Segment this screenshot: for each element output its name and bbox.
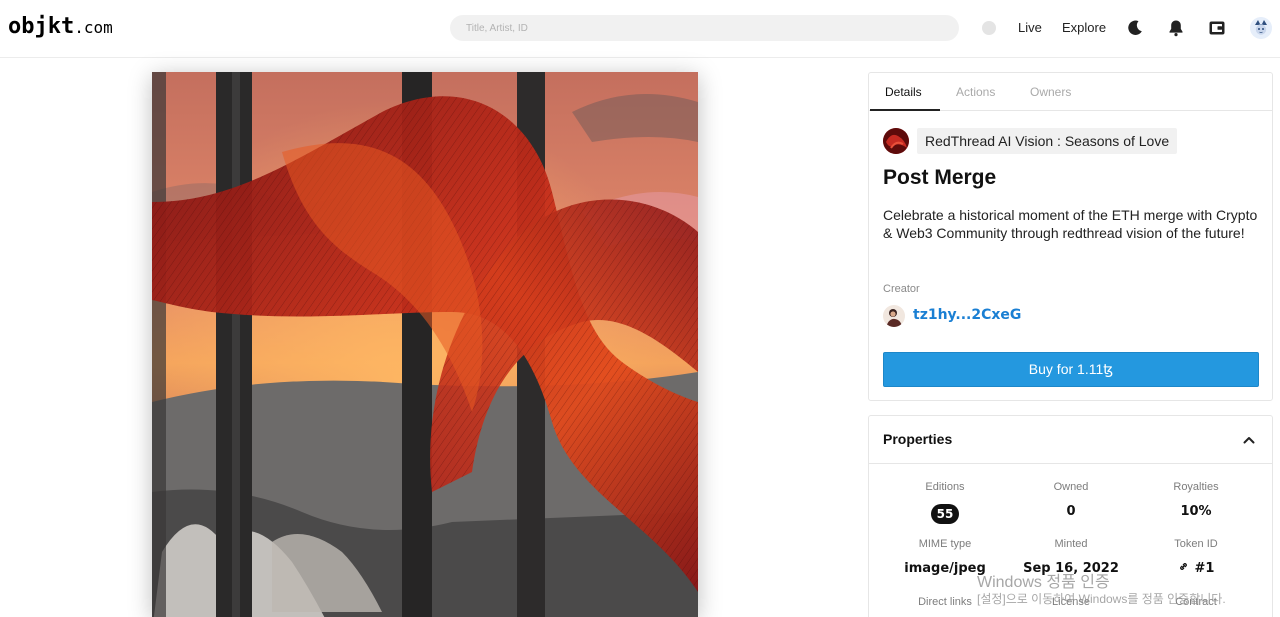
creator-avatar[interactable] — [883, 305, 905, 327]
active-tab-indicator — [870, 109, 940, 111]
tab-owners[interactable]: Owners — [1030, 85, 1071, 99]
artwork-image[interactable] — [152, 72, 698, 617]
minted-label: Minted — [1054, 538, 1088, 550]
wallet-icon[interactable] — [1207, 18, 1227, 38]
search-input[interactable] — [450, 15, 959, 41]
details-card: Details Actions Owners RedThread AI Visi… — [868, 72, 1273, 401]
logo-main-text: objkt — [8, 14, 75, 39]
owned-label: Owned — [1053, 481, 1089, 493]
royalties-label: Royalties — [1173, 481, 1219, 493]
collection-avatar[interactable] — [883, 128, 909, 154]
editions-value: 55 — [885, 504, 1005, 524]
moon-icon[interactable] — [1125, 18, 1145, 38]
owned-value: 0 — [1066, 504, 1076, 519]
top-navbar: objkt.com Live Explore — [0, 0, 1280, 58]
windows-activation-title: Windows 정품 인증 — [977, 574, 1110, 591]
token-id-text: #1 — [1194, 561, 1215, 576]
creator-label: Creator — [883, 283, 920, 295]
bell-icon[interactable] — [1166, 18, 1186, 38]
link-icon — [1178, 561, 1189, 572]
windows-activation-subtitle: [설정]으로 이동하여 Windows를 정품 인증합니다. — [977, 592, 1226, 606]
objkt-logo[interactable]: objkt.com — [8, 14, 113, 39]
user-avatar[interactable] — [1250, 17, 1272, 39]
token-description: Celebrate a historical moment of the ETH… — [883, 207, 1258, 241]
token-id-label: Token ID — [1174, 538, 1218, 550]
buy-button[interactable]: Buy for 1.11ꜩ — [883, 352, 1259, 387]
token-id-value[interactable]: #1 — [1136, 561, 1256, 576]
artwork-illustration — [152, 72, 698, 617]
collection-name-chip[interactable]: RedThread AI Vision : Seasons of Love — [917, 128, 1178, 154]
properties-header[interactable]: Properties — [869, 416, 1272, 464]
token-title: Post Merge — [883, 166, 997, 189]
editions-label: Editions — [925, 481, 965, 493]
tab-details[interactable]: Details — [885, 85, 922, 99]
mime-type-label: MIME type — [918, 538, 972, 550]
properties-title: Properties — [883, 431, 953, 447]
network-status-indicator — [982, 21, 996, 35]
chevron-up-icon[interactable] — [1241, 432, 1257, 448]
details-tabs: Details Actions Owners — [869, 73, 1272, 111]
royalties-value: 10% — [1180, 504, 1212, 519]
editions-count-badge: 55 — [930, 504, 960, 524]
nav-live-link[interactable]: Live — [1018, 20, 1042, 35]
logo-suffix-text: .com — [74, 18, 113, 37]
tab-actions[interactable]: Actions — [956, 85, 995, 99]
nav-explore-link[interactable]: Explore — [1062, 20, 1106, 35]
creator-address-link[interactable]: tz1hy...2CxeG — [913, 307, 1021, 323]
